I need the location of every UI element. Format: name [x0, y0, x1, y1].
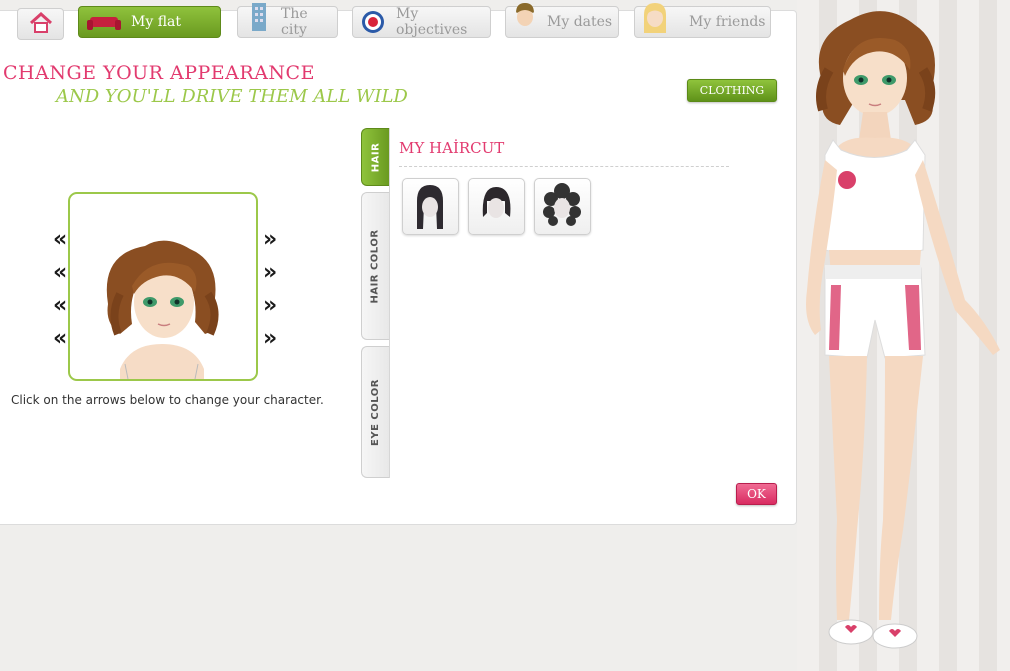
girl-avatar-icon — [644, 3, 666, 33]
boy-avatar-icon — [516, 3, 534, 26]
short-bob-hair-icon — [482, 187, 511, 218]
prev-option-arrow-2[interactable]: « — [53, 262, 67, 284]
tab-hair-color[interactable]: HAIR COLOR — [361, 192, 389, 340]
character-illustration — [806, 11, 1000, 649]
prev-option-arrow-4[interactable]: « — [53, 328, 67, 350]
section-divider — [399, 166, 729, 167]
next-option-arrow-4[interactable]: » — [263, 328, 277, 350]
next-option-arrow-1[interactable]: » — [263, 229, 277, 251]
next-option-arrow-2[interactable]: » — [263, 262, 277, 284]
nav-label: The city — [281, 6, 308, 38]
tab-label: HAIR COLOR — [370, 228, 382, 304]
nav-my-friends[interactable]: My friends — [634, 3, 771, 38]
tab-hair[interactable]: HAIR — [361, 128, 389, 186]
section-title: MY HAİRCUT — [399, 139, 505, 157]
haircut-option-long-straight[interactable] — [402, 178, 459, 235]
home-icon — [29, 12, 53, 33]
nav-label: My flat — [131, 14, 182, 30]
building-icon — [252, 3, 266, 31]
long-straight-hair-icon — [417, 185, 443, 229]
nav-my-objectives[interactable]: My objectives — [352, 6, 491, 38]
haircut-option-short-bob[interactable] — [468, 178, 525, 235]
nav-the-city[interactable]: The city — [237, 3, 338, 38]
prev-option-arrow-3[interactable]: « — [53, 295, 67, 317]
page-title: CHANGE YOUR APPEARANCE — [3, 62, 315, 84]
home-button[interactable] — [17, 8, 64, 40]
nav-label: My dates — [547, 14, 613, 30]
tab-label: HAIR — [370, 142, 381, 172]
top-navigation: My flat The city My objectives My dates — [0, 0, 800, 40]
portrait-image — [106, 240, 219, 379]
character-portrait — [68, 192, 258, 381]
tab-divider — [389, 128, 390, 478]
prev-option-arrow-1[interactable]: « — [53, 229, 67, 251]
nav-my-flat[interactable]: My flat — [78, 6, 221, 38]
clothing-button[interactable]: CLOTHING — [687, 79, 777, 102]
tab-eye-color[interactable]: EYE COLOR — [361, 346, 389, 478]
tab-label: EYE COLOR — [370, 378, 382, 446]
nav-label: My friends — [689, 14, 766, 30]
curly-hair-icon — [543, 183, 581, 226]
ok-button[interactable]: OK — [736, 483, 777, 505]
nav-my-dates[interactable]: My dates — [505, 3, 619, 38]
target-icon — [362, 11, 384, 33]
page-subtitle: AND YOU'LL DRIVE THEM ALL WILD — [56, 86, 408, 107]
haircut-option-curly[interactable] — [534, 178, 591, 235]
editor-hint: Click on the arrows below to change your… — [11, 393, 324, 407]
sofa-icon — [87, 17, 121, 30]
nav-label: My objectives — [396, 6, 468, 38]
next-option-arrow-3[interactable]: » — [263, 295, 277, 317]
